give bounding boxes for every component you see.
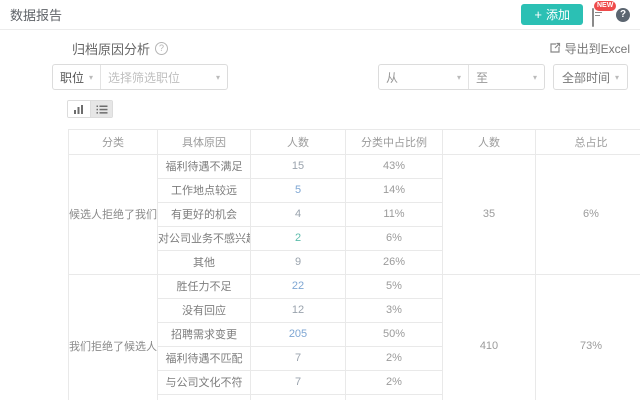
view-toggle [67,100,113,118]
count-cell[interactable]: 22 [250,273,346,299]
chevron-down-icon: ▾ [89,72,94,82]
time-range-value: 全部时间 [561,70,610,85]
category-cell: 候选人拒绝了我们 [68,153,158,275]
table-head: 分类 具体原因 人数 分类中占比例 人数 总占比 [68,128,640,155]
section-title: 归档原因分析 [72,41,151,57]
percent-cell: 5% [345,273,443,299]
reason-cell: 福利待遇不满足 [157,153,251,179]
category-cell: 我们拒绝了候选人 [68,273,158,400]
reason-cell: 对公司业务不感兴趣 [157,225,251,251]
reason-cell: 工作地点较远 [157,177,251,203]
reason-cell: 有更好的机会 [157,201,251,227]
date-from-select[interactable]: 从 ▾ [379,65,469,89]
percent-cell: 50% [345,321,443,347]
time-range-select[interactable]: 全部时间 ▾ [552,64,628,90]
topbar-actions: + 添加 NEW ? [521,0,632,27]
export-excel-label: 导出到Excel [564,41,630,56]
chevron-down-icon: ▾ [215,72,220,82]
reason-cell [157,393,251,400]
group-total-percent-cell: 6% [535,153,640,275]
group-total-percent-cell: 73% [535,273,640,400]
count-cell[interactable]: 2 [250,225,346,251]
chevron-down-icon: ▾ [456,72,461,82]
topbar: 数据报告 + 添加 NEW ? [0,0,640,30]
count-cell [250,393,346,400]
report-table: 分类 具体原因 人数 分类中占比例 人数 总占比 候选人拒绝了我们 福利待遇不满足 15 43%… [68,128,640,400]
count-cell: 9 [250,249,346,275]
column-header: 总占比 [535,128,640,155]
table-body: 候选人拒绝了我们 福利待遇不满足 15 43% 35 6% 工作地点较远 5 14% 有更好的机会… [68,153,640,400]
reason-cell: 福利待遇不匹配 [157,345,251,371]
column-header: 分类 [68,128,158,155]
date-to-label: 至 [475,70,488,85]
position-select-input[interactable]: 选择筛选职位 ▾ [101,69,227,86]
new-badge: NEW [594,0,617,11]
count-cell: 4 [250,201,346,227]
add-button-label: 添加 [545,8,570,22]
list-view-button[interactable] [90,101,112,117]
position-filter[interactable]: 职位 ▾ 选择筛选职位 ▾ [52,64,228,90]
percent-cell: 2% [345,345,443,371]
chart-view-button[interactable] [68,101,90,117]
count-cell[interactable]: 205 [250,321,346,347]
percent-cell: 26% [345,249,443,275]
count-cell: 15 [250,153,346,179]
column-header: 人数 [442,128,536,155]
filter-row: 职位 ▾ 选择筛选职位 ▾ 从 ▾ 至 ▾ 全部时间 ▾ [40,64,640,90]
date-from-label: 从 [385,70,398,85]
percent-cell: 6% [345,225,443,251]
count-cell: 12 [250,297,346,323]
count-cell[interactable]: 5 [250,177,346,203]
column-header: 具体原因 [157,128,251,155]
position-type-select[interactable]: 职位 ▾ [53,65,102,89]
plus-icon: + [534,7,542,22]
page-title: 数据报告 [10,8,63,23]
table-row: 候选人拒绝了我们 福利待遇不满足 15 43% 35 6% [68,153,640,275]
chevron-down-icon: ▾ [532,72,537,82]
position-label: 职位 [60,70,85,85]
percent-cell: 14% [345,177,443,203]
add-button[interactable]: + 添加 [521,4,583,25]
date-filters: 从 ▾ 至 ▾ 全部时间 ▾ [377,64,628,90]
question-circle-icon[interactable]: ? [155,41,169,55]
column-header: 分类中占比例 [345,128,443,155]
list-icon [96,105,107,114]
position-placeholder: 选择筛选职位 [108,70,181,85]
percent-cell: 3% [345,297,443,323]
bar-chart-icon [74,104,83,114]
reason-cell: 胜任力不足 [157,273,251,299]
percent-cell: 11% [345,201,443,227]
count-cell: 7 [250,345,346,371]
help-icon[interactable]: ? [616,7,630,22]
group-total-count-cell: 410 [442,273,536,400]
chevron-down-icon: ▾ [614,72,619,82]
reason-cell: 没有回应 [157,297,251,323]
section-title-wrap: 归档原因分析 ? [72,39,169,58]
date-to-select[interactable]: 至 ▾ [469,65,544,89]
percent-cell: 43% [345,153,443,179]
section-header: 归档原因分析 ? 导出到Excel [40,38,640,58]
table-row: 我们拒绝了候选人 胜任力不足 22 5% 410 73% [68,273,640,400]
reason-cell: 与公司文化不符 [157,369,251,395]
group-total-count-cell: 35 [442,153,536,275]
column-header: 人数 [250,128,346,155]
reason-cell: 招聘需求变更 [157,321,251,347]
calendar-icon [592,7,594,27]
date-range-picker: 从 ▾ 至 ▾ [377,64,545,90]
percent-cell: 2% [345,369,443,395]
export-icon [550,42,560,53]
report-subscribe-icon[interactable]: NEW [592,0,617,27]
report-content: 归档原因分析 ? 导出到Excel 职位 ▾ 选择筛选职位 ▾ 从 ▾ 至 ▾ … [40,38,640,400]
reason-cell: 其他 [157,249,251,275]
export-excel-link[interactable]: 导出到Excel [549,40,630,57]
count-cell: 7 [250,369,346,395]
percent-cell [345,393,443,400]
